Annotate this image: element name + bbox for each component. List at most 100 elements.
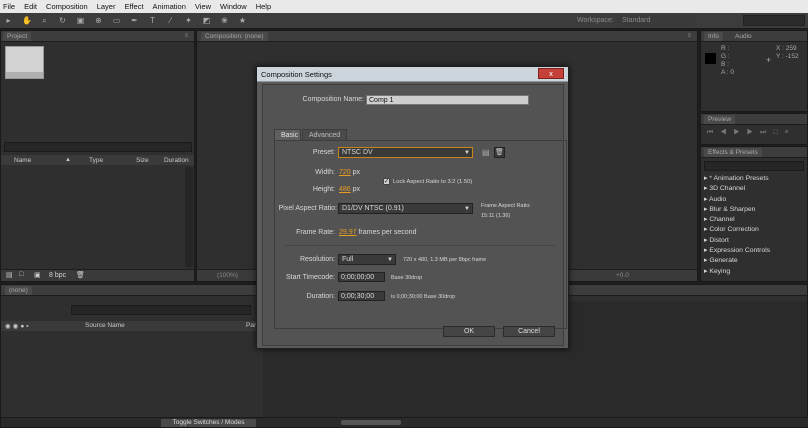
zoom-slider[interactable]: [341, 420, 401, 425]
dialog-body: Composition Name: Comp 1 Basic Advanced …: [262, 84, 567, 346]
new-composition-icon[interactable]: ▣: [34, 271, 41, 279]
project-search-input[interactable]: [4, 142, 192, 152]
av-switches-icon[interactable]: ◉◉●▪: [5, 322, 31, 330]
camera-tool-icon[interactable]: ▣: [76, 16, 85, 25]
bpc-label[interactable]: 8 bpc: [49, 272, 66, 279]
info-r: R :: [721, 45, 730, 52]
cancel-button[interactable]: Cancel: [503, 326, 555, 337]
info-g: G :: [721, 53, 730, 60]
frame-aspect-label: Frame Aspect Ratio:: [481, 203, 531, 209]
list-item[interactable]: ▸ Audio: [704, 195, 770, 205]
column-source-name[interactable]: Source Name: [85, 322, 125, 329]
color-swatch: [705, 53, 716, 64]
ok-button[interactable]: OK: [443, 326, 495, 337]
help-search-input[interactable]: [743, 15, 805, 26]
sort-up-icon[interactable]: ▲: [65, 157, 71, 163]
effects-search-input[interactable]: [704, 161, 804, 171]
duration-label: Duration:: [306, 293, 335, 300]
menu-animation[interactable]: Animation: [153, 2, 186, 11]
menu-file[interactable]: File: [3, 2, 15, 11]
interpret-footage-icon[interactable]: ▤: [6, 271, 13, 279]
lock-aspect-checkbox[interactable]: ✓: [383, 178, 390, 185]
save-preset-icon[interactable]: ▤: [482, 148, 490, 157]
frame-rate-field[interactable]: 29.97 frames per second: [339, 229, 416, 236]
column-duration[interactable]: Duration: [164, 157, 189, 164]
par-select[interactable]: D1/DV NTSC (0.91) ▼: [338, 203, 473, 214]
color-readout: R : G : B : A : 0: [721, 45, 734, 77]
menu-layer[interactable]: Layer: [97, 2, 116, 11]
start-timecode-base: Base 30drop: [391, 275, 423, 281]
hand-tool-icon[interactable]: ✋: [22, 16, 32, 25]
tab-basic[interactable]: Basic: [274, 129, 301, 140]
project-scrollbar[interactable]: [185, 167, 193, 267]
tab-composition[interactable]: Composition: (none): [201, 32, 268, 41]
list-item[interactable]: ▸ Blur & Sharpen: [704, 205, 770, 215]
delete-preset-icon[interactable]: 🗑: [494, 147, 505, 158]
playback-controls[interactable]: ⏮◀▶▶⏭□≡: [707, 129, 796, 137]
tab-audio[interactable]: Audio: [731, 32, 756, 41]
info-b: B :: [721, 61, 729, 68]
menu-edit[interactable]: Edit: [24, 2, 37, 11]
duration-info: is 0;00;30;00 Base 30drop: [391, 294, 456, 300]
menu-effect[interactable]: Effect: [124, 2, 143, 11]
start-timecode-label: Start Timecode:: [285, 274, 335, 281]
mask-tool-icon[interactable]: ▭: [112, 16, 121, 25]
tab-project[interactable]: Project: [3, 32, 32, 41]
par-label: Pixel Aspect Ratio:: [278, 205, 337, 212]
height-field[interactable]: 486 px: [339, 186, 360, 193]
puppet-tool-icon[interactable]: ★: [238, 16, 247, 25]
workspace-select[interactable]: Standard: [619, 15, 695, 26]
list-item[interactable]: ▸ * Animation Presets: [704, 174, 770, 184]
duration-field[interactable]: 0;00;30;00: [338, 291, 385, 301]
pen-tool-icon[interactable]: ✒: [130, 16, 139, 25]
exposure-value[interactable]: +0.0: [616, 272, 629, 279]
text-tool-icon[interactable]: T: [148, 16, 157, 25]
zoom-level[interactable]: (100%): [217, 272, 238, 279]
start-timecode-field[interactable]: 0;00;00;00: [338, 272, 385, 282]
brush-tool-icon[interactable]: ⁄: [166, 16, 175, 25]
tab-advanced[interactable]: Advanced: [302, 129, 348, 140]
delete-icon[interactable]: 🗑: [76, 271, 85, 279]
column-size[interactable]: Size: [136, 157, 149, 164]
list-item[interactable]: ▸ Channel: [704, 215, 770, 225]
tab-timeline[interactable]: (none): [5, 286, 32, 295]
chevron-down-icon: ▼: [387, 257, 393, 263]
panel-menu-icon[interactable]: ≡: [687, 33, 691, 39]
chevron-down-icon: ▼: [464, 206, 470, 212]
column-type[interactable]: Type: [89, 157, 103, 164]
clone-tool-icon[interactable]: ✦: [184, 16, 193, 25]
menu-composition[interactable]: Composition: [46, 2, 88, 11]
list-item[interactable]: ▸ Distort: [704, 236, 770, 246]
preview-tabbar: Preview: [701, 114, 807, 125]
menu-view[interactable]: View: [195, 2, 211, 11]
pan-behind-tool-icon[interactable]: ⊕: [94, 16, 103, 25]
panel-menu-icon[interactable]: ≡: [184, 33, 188, 39]
selection-tool-icon[interactable]: ▸: [4, 16, 13, 25]
comp-name-field[interactable]: Comp 1: [366, 95, 529, 105]
rotate-tool-icon[interactable]: ↻: [58, 16, 67, 25]
width-field[interactable]: 720 px: [339, 169, 360, 176]
preset-select[interactable]: NTSC DV ▼: [338, 147, 473, 158]
tab-info[interactable]: Info: [704, 32, 723, 41]
close-button[interactable]: x: [538, 68, 564, 79]
menu-help[interactable]: Help: [256, 2, 271, 11]
lock-aspect-label: Lock Aspect Ratio to 3:2 (1.50): [393, 179, 473, 185]
resolution-select[interactable]: Full ▼: [338, 254, 396, 265]
position-readout: X : 259 Y : -152: [776, 45, 799, 61]
column-name[interactable]: Name: [14, 157, 31, 164]
roto-brush-tool-icon[interactable]: ❀: [220, 16, 229, 25]
list-item[interactable]: ▸ Keying: [704, 267, 770, 277]
list-item[interactable]: ▸ Generate: [704, 256, 770, 266]
toggle-switches-modes-button[interactable]: Toggle Switches / Modes: [161, 419, 256, 427]
list-item[interactable]: ▸ Color Correction: [704, 225, 770, 235]
eraser-tool-icon[interactable]: ◩: [202, 16, 211, 25]
menu-window[interactable]: Window: [220, 2, 247, 11]
new-folder-icon[interactable]: □: [19, 271, 23, 278]
list-item[interactable]: ▸ 3D Channel: [704, 184, 770, 194]
timeline-search-input[interactable]: [71, 305, 251, 315]
tab-preview[interactable]: Preview: [704, 115, 736, 124]
comp-name-label: Composition Name:: [302, 96, 364, 103]
zoom-tool-icon[interactable]: ⌕: [40, 16, 49, 25]
tab-effects-presets[interactable]: Effects & Presets: [704, 148, 762, 157]
list-item[interactable]: ▸ Expression Controls: [704, 246, 770, 256]
